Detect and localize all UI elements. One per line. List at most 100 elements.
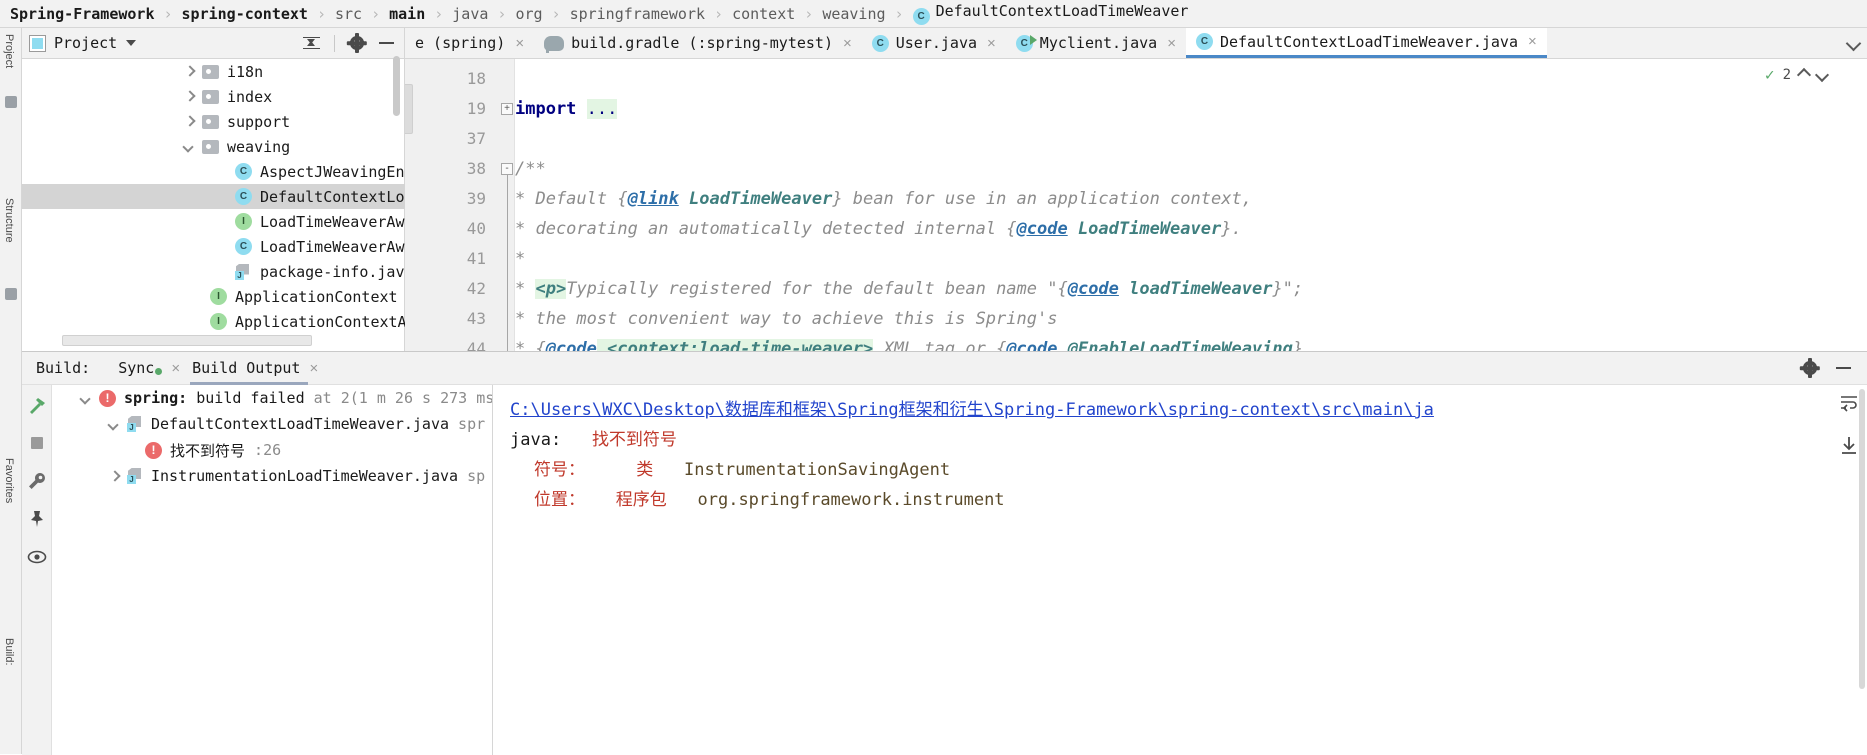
breadcrumb-item-springframework[interactable]: springframework: [570, 5, 705, 23]
build-tab-sync[interactable]: Sync ×: [112, 352, 186, 385]
tree-node-support[interactable]: support: [22, 109, 405, 134]
fold-collapse-icon[interactable]: -: [501, 163, 513, 175]
build-tab-build-output[interactable]: Build Output ×: [186, 352, 324, 385]
java-file-icon: [127, 416, 143, 432]
breadcrumb-item-src[interactable]: src: [335, 5, 362, 23]
close-icon[interactable]: ×: [1167, 35, 1176, 52]
rail-item-project[interactable]: Project: [3, 34, 15, 68]
project-vertical-scrollbar[interactable]: [393, 56, 400, 116]
pin-icon[interactable]: [27, 509, 47, 529]
hide-icon[interactable]: [379, 42, 394, 44]
project-tree[interactable]: i18n index support weaving C AspectJWeav…: [22, 59, 405, 351]
tree-node-label: ApplicationContext: [235, 287, 398, 306]
rail-item-structure[interactable]: Structure: [3, 198, 15, 243]
breadcrumb-item-project[interactable]: Spring-Framework: [10, 5, 155, 23]
tree-node-package-info[interactable]: package-info.java: [22, 259, 405, 284]
scroll-to-end-icon[interactable]: [1839, 435, 1859, 455]
breadcrumb-item-java[interactable]: java: [452, 5, 488, 23]
tab-user-java[interactable]: C User.java ×: [862, 28, 1006, 58]
chevron-down-icon[interactable]: [81, 393, 92, 404]
rail-item-bookmarks[interactable]: Favorites: [3, 458, 15, 503]
tree-node-default-context-load-time-weaver[interactable]: C DefaultContextLoadTimeWeaver: [22, 184, 405, 209]
build-tree-row-error-symbol-not-found[interactable]: ! 找不到符号 :26: [53, 437, 492, 463]
eye-icon[interactable]: [27, 547, 47, 567]
build-output-console[interactable]: C:\Users\WXC\Desktop\数据库和框架\Spring框架和衍生\…: [494, 385, 1867, 755]
chevron-down-icon[interactable]: [1814, 67, 1830, 82]
tree-node-i18n[interactable]: i18n: [22, 59, 405, 84]
build-tree-label-file: InstrumentationLoadTimeWeaver.java: [151, 467, 459, 485]
tree-node-load-time-weaver-aware-processor[interactable]: C LoadTimeWeaverAwareProcessor: [22, 234, 405, 259]
build-tree-row-spring[interactable]: ! spring: build failed at 2(1 m 26 s 273…: [53, 385, 492, 411]
folder-icon: [202, 64, 219, 79]
code-token-link[interactable]: @code: [1006, 339, 1057, 351]
close-icon[interactable]: ×: [987, 35, 996, 52]
build-tree-row-default-context-load-time-weaver[interactable]: DefaultContextLoadTimeWeaver.java spr: [53, 411, 492, 437]
code-token-link[interactable]: @code: [546, 339, 597, 351]
project-horizontal-scrollbar[interactable]: [62, 335, 312, 346]
build-output-tree[interactable]: ! spring: build failed at 2(1 m 26 s 273…: [53, 385, 493, 755]
code-token: * {: [515, 339, 546, 351]
chevron-up-icon[interactable]: [1796, 67, 1812, 82]
tab-build-gradle[interactable]: build.gradle (:spring-mytest) ×: [534, 28, 862, 58]
code-line-40: * decorating an automatically detected i…: [515, 214, 1242, 244]
tree-node-load-time-weaver-aware[interactable]: I LoadTimeWeaverAware: [22, 209, 405, 234]
editor-gutter[interactable]: 18 19 37 38 39 40 41 42 43 44 + -: [405, 59, 515, 351]
breadcrumb-item-org[interactable]: org: [515, 5, 542, 23]
build-tree-row-instrumentation-load-time-weaver[interactable]: InstrumentationLoadTimeWeaver.java sp: [53, 463, 492, 489]
breadcrumb-item-weaving[interactable]: weaving: [822, 5, 885, 23]
code-token-link[interactable]: @code: [1068, 279, 1119, 299]
build-hammer-icon[interactable]: [27, 395, 47, 415]
build-tab-label: Build Output: [192, 359, 301, 377]
chevron-down-icon[interactable]: [1845, 35, 1862, 51]
gear-icon[interactable]: [349, 33, 365, 53]
tab-spring[interactable]: e (spring) ×: [405, 28, 534, 58]
tree-node-application-context[interactable]: I ApplicationContext: [22, 284, 405, 309]
close-icon[interactable]: ×: [309, 360, 318, 377]
close-icon[interactable]: ×: [515, 35, 524, 52]
wrap-text-icon[interactable]: [1839, 393, 1859, 413]
chevron-right-icon[interactable]: [109, 471, 120, 482]
line-number: 43: [466, 309, 486, 328]
chevron-right-icon[interactable]: [184, 66, 195, 77]
code-token-link[interactable]: @link: [628, 189, 679, 209]
breadcrumb-item-class[interactable]: C DefaultContextLoadTimeWeaver: [912, 2, 1188, 25]
inspection-widget[interactable]: ✓ 2: [1765, 65, 1830, 84]
line-number: 40: [466, 219, 486, 238]
close-icon[interactable]: ×: [1528, 33, 1537, 50]
fold-expand-icon[interactable]: +: [501, 103, 513, 115]
class-badge-icon: C: [871, 34, 889, 52]
collapse-all-icon[interactable]: [303, 36, 320, 51]
code-token: ...: [586, 99, 618, 119]
breadcrumb-item-module[interactable]: spring-context: [182, 5, 308, 23]
chevron-down-icon[interactable]: [126, 40, 137, 46]
code-token: LoadTimeWeaver: [678, 189, 833, 209]
tab-myclient-java[interactable]: C Myclient.java ×: [1006, 28, 1186, 58]
tree-node-index[interactable]: index: [22, 84, 405, 109]
breadcrumb-item-main[interactable]: main: [389, 5, 425, 23]
chevron-right-icon[interactable]: [184, 91, 195, 102]
rail-item-build[interactable]: Build:: [3, 638, 15, 666]
chevron-down-icon[interactable]: [184, 141, 195, 152]
editor-code-area[interactable]: import ... /** * Default {@link LoadTime…: [515, 59, 1867, 351]
tree-node-weaving[interactable]: weaving: [22, 134, 405, 159]
gutter-scroll-thumb[interactable]: [405, 84, 413, 134]
chevron-right-icon[interactable]: [184, 116, 195, 127]
build-side-rail: [22, 385, 52, 755]
tree-node-application-context-aware[interactable]: I ApplicationContextAware: [22, 309, 405, 334]
interface-badge-icon: I: [210, 313, 227, 330]
close-icon[interactable]: ×: [843, 35, 852, 52]
close-icon[interactable]: ×: [171, 360, 180, 377]
tab-default-context-load-time-weaver-java[interactable]: C DefaultContextLoadTimeWeaver.java ×: [1185, 28, 1547, 58]
chevron-down-icon[interactable]: [109, 419, 120, 430]
tree-node-aspectj-weaving-enabler[interactable]: C AspectJWeavingEnabler: [22, 159, 405, 184]
breadcrumb-item-context[interactable]: context: [732, 5, 795, 23]
wrench-icon[interactable]: [27, 471, 47, 491]
console-vertical-scrollbar[interactable]: [1859, 389, 1865, 689]
gear-icon[interactable]: [1802, 358, 1818, 378]
output-file-path-link[interactable]: C:\Users\WXC\Desktop\数据库和框架\Spring框架和衍生\…: [510, 400, 1434, 420]
hide-icon[interactable]: [1836, 367, 1851, 369]
stop-icon[interactable]: [27, 433, 47, 453]
code-token-link[interactable]: @code: [1017, 219, 1068, 239]
tab-label: User.java: [895, 34, 978, 52]
code-editor[interactable]: ✓ 2 18 19 37 38 39 40 41 42 43 44 + - im…: [405, 59, 1867, 351]
